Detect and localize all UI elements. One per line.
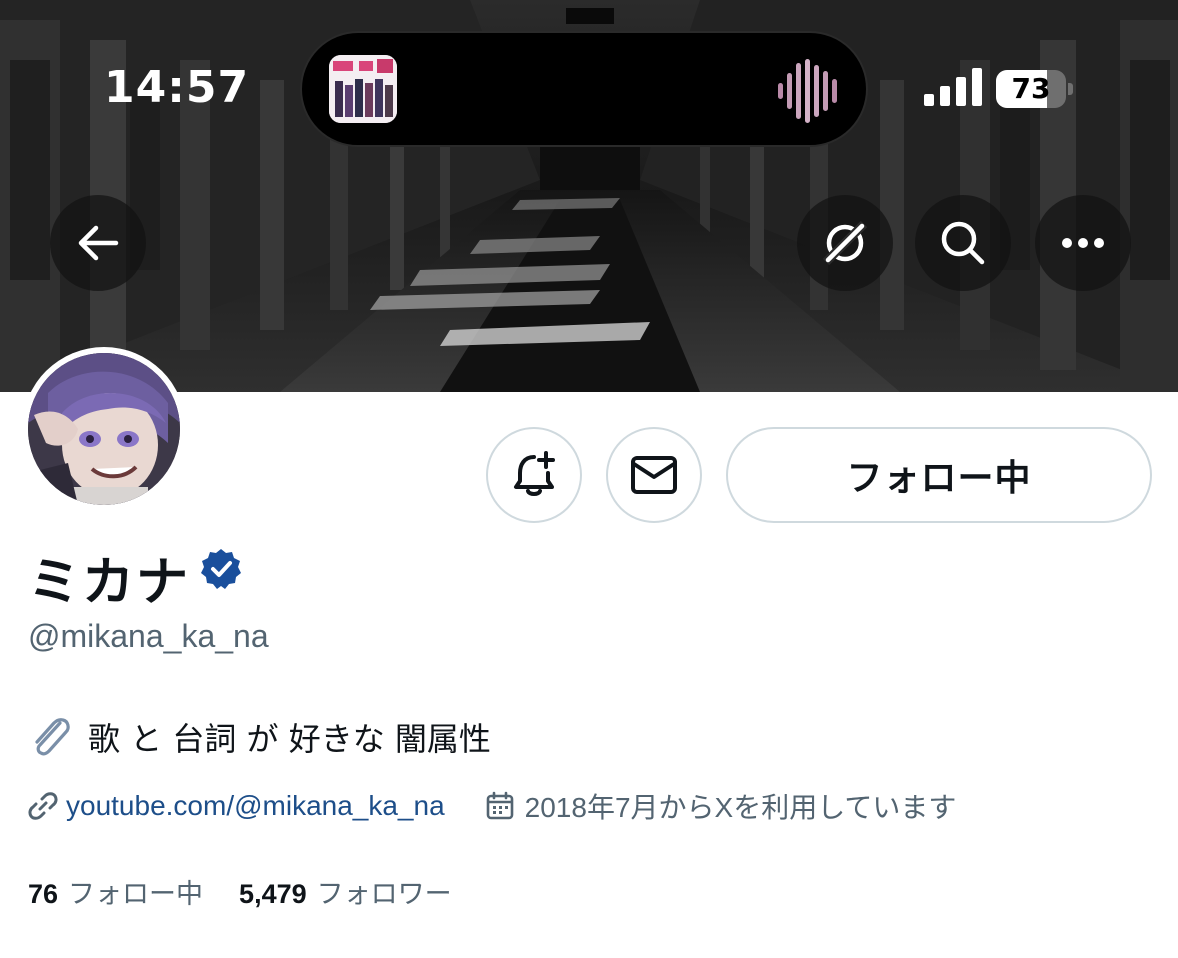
followers-stat[interactable]: 5,479 フォロワー [239,872,452,911]
more-horizontal-icon [1062,238,1104,248]
audio-waveform-icon [778,59,837,123]
arrow-left-icon [78,225,119,261]
profile-meta: youtube.com/@mikana_ka_na 2018年7月からXを利用し… [28,786,956,826]
search-icon [941,221,985,265]
profile-bio: 歌 と 台詞 が 好きな 闇属性 [28,714,491,760]
profile-avatar[interactable] [22,347,186,511]
envelope-icon [631,456,677,494]
link-icon [28,792,58,820]
now-playing-artwork [329,55,397,123]
avatar-image [28,353,180,505]
display-name: ミカナ [28,553,191,613]
bio-text: 歌 と 台詞 が 好きな 闇属性 [88,720,491,758]
status-time: 14:57 [104,62,250,113]
back-button[interactable] [50,195,146,291]
more-button[interactable] [1035,195,1131,291]
joined-date: 2018年7月からXを利用しています [524,792,957,823]
followers-label: フォロワー [316,879,452,909]
following-label: フォロー中 [68,879,204,909]
verified-badge-icon[interactable] [200,548,242,590]
battery-indicator: 73 [996,70,1076,108]
cellular-signal-icon [924,68,982,106]
battery-percentage: 73 [1011,72,1051,105]
dynamic-island[interactable] [300,31,868,147]
user-handle: @mikana_ka_na [28,618,269,654]
profile-link[interactable]: youtube.com/@mikana_ka_na [66,790,445,822]
message-button[interactable] [606,427,702,523]
follow-stats: 76 フォロー中 5,479 フォロワー [28,872,452,911]
search-button[interactable] [915,195,1011,291]
following-count: 76 [28,879,59,909]
calendar-icon [486,791,513,820]
following-stat[interactable]: 76 フォロー中 [28,872,203,911]
paperclip-icon [35,718,70,756]
grok-icon [822,220,868,266]
bell-plus-icon [514,451,555,496]
notification-subscribe-button[interactable] [486,427,582,523]
following-button[interactable]: フォロー中 [726,427,1152,523]
grok-button[interactable] [797,195,893,291]
followers-count: 5,479 [239,879,307,909]
